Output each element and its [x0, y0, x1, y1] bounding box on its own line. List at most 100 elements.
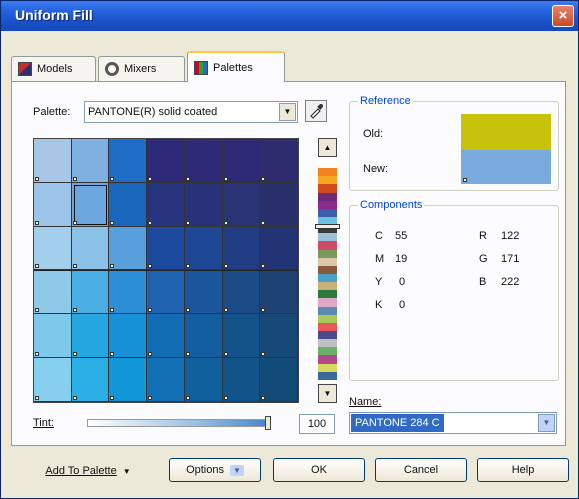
color-swatch[interactable] — [147, 358, 185, 402]
color-name-value[interactable]: PANTONE 284 C — [351, 414, 444, 432]
swatch-marker — [223, 220, 228, 225]
color-swatch[interactable] — [71, 226, 110, 271]
chevron-down-icon[interactable]: ▼ — [538, 414, 555, 432]
options-button[interactable]: Options ▼ — [169, 458, 261, 482]
color-swatch[interactable] — [260, 139, 298, 183]
color-swatch[interactable] — [109, 139, 148, 183]
swatch-marker — [223, 308, 228, 313]
scroll-down-button[interactable]: ▼ — [318, 384, 337, 403]
palette-scrollbar[interactable]: ▲ ▼ — [315, 138, 343, 403]
color-swatch[interactable] — [147, 270, 185, 315]
color-swatch[interactable] — [109, 226, 148, 271]
name-label-text: Name: — [349, 396, 382, 408]
color-swatch[interactable] — [222, 314, 261, 359]
color-swatch[interactable] — [34, 358, 72, 402]
eyedropper-icon — [310, 104, 323, 119]
old-color-swatch — [461, 114, 551, 150]
swatch-marker — [185, 308, 190, 313]
tint-label: Tint: — [33, 417, 54, 429]
color-swatch[interactable] — [184, 358, 223, 402]
color-swatch[interactable] — [184, 226, 223, 271]
eyedropper-button[interactable] — [305, 100, 327, 122]
tab-mixers[interactable]: Mixers — [98, 56, 185, 81]
color-swatch[interactable] — [184, 182, 223, 227]
color-swatch[interactable] — [71, 358, 110, 402]
color-swatch[interactable] — [260, 226, 298, 271]
swatch-marker — [35, 176, 39, 181]
chevron-down-icon[interactable]: ▼ — [279, 103, 296, 121]
swatch-marker — [261, 220, 266, 225]
color-swatch[interactable] — [71, 314, 110, 359]
color-swatch[interactable] — [34, 182, 72, 227]
swatch-marker — [223, 176, 228, 181]
reference-title: Reference — [358, 95, 413, 107]
add-to-palette-button[interactable]: Add To Palette ▼ — [23, 459, 153, 483]
palette-select[interactable]: PANTONE(R) solid coated ▼ — [84, 101, 298, 123]
color-name-select[interactable]: PANTONE 284 C ▼ — [349, 412, 557, 434]
color-swatch[interactable] — [34, 139, 72, 183]
color-swatch[interactable] — [34, 226, 72, 271]
color-swatch[interactable] — [109, 314, 148, 359]
color-swatch[interactable] — [147, 226, 185, 271]
tint-value-field[interactable]: 100 — [299, 414, 335, 434]
cancel-button[interactable]: Cancel — [375, 458, 467, 482]
help-button[interactable]: Help — [477, 458, 569, 482]
color-swatch[interactable] — [34, 314, 72, 359]
k-value: 0 — [399, 299, 406, 311]
color-swatch[interactable] — [222, 358, 261, 402]
swatch-marker — [35, 264, 39, 269]
color-swatch[interactable] — [184, 139, 223, 183]
strip-color — [318, 282, 337, 291]
color-swatch[interactable] — [260, 358, 298, 402]
color-swatch[interactable] — [222, 139, 261, 183]
color-swatch[interactable] — [71, 182, 110, 227]
title-bar[interactable]: Uniform Fill × — [1, 1, 578, 31]
swatch-marker — [185, 220, 190, 225]
color-swatch[interactable] — [147, 314, 185, 359]
ok-button[interactable]: OK — [273, 458, 365, 482]
strip-color — [318, 347, 337, 356]
dialog-title: Uniform Fill — [15, 7, 93, 23]
color-swatch[interactable] — [222, 226, 261, 271]
tab-label: Models — [37, 63, 73, 75]
swatch-marker — [223, 352, 228, 357]
tint-slider-handle[interactable] — [265, 416, 271, 430]
color-swatch[interactable] — [260, 182, 298, 227]
scroll-thumb[interactable] — [315, 224, 340, 229]
color-swatch[interactable] — [34, 270, 72, 315]
color-swatch[interactable] — [71, 270, 110, 315]
chevron-down-icon: ▼ — [230, 464, 244, 476]
swatch-marker — [148, 220, 153, 225]
c-value: 55 — [395, 230, 408, 242]
color-swatch[interactable] — [184, 314, 223, 359]
y-value: 0 — [399, 276, 406, 288]
strip-color — [318, 363, 337, 372]
color-swatch[interactable] — [147, 182, 185, 227]
b-key: B — [479, 276, 487, 288]
c-key: C — [375, 230, 383, 242]
color-swatch[interactable] — [71, 139, 110, 183]
tab-label: Palettes — [213, 61, 253, 74]
scroll-up-button[interactable]: ▲ — [318, 138, 337, 157]
color-swatch[interactable] — [109, 358, 148, 402]
palette-overview-strip[interactable] — [318, 160, 337, 380]
models-icon — [18, 62, 32, 76]
strip-color — [318, 355, 337, 364]
swatch-marker — [72, 352, 77, 357]
tint-slider[interactable] — [87, 419, 267, 427]
color-swatch[interactable] — [222, 270, 261, 315]
color-swatch[interactable] — [109, 182, 148, 227]
tab-models[interactable]: Models — [11, 56, 96, 81]
color-swatch[interactable] — [222, 182, 261, 227]
color-swatch[interactable] — [260, 314, 298, 359]
swatch-marker — [35, 308, 39, 313]
strip-color — [318, 265, 337, 274]
color-swatch[interactable] — [260, 270, 298, 315]
swatch-marker — [72, 176, 77, 181]
color-swatch[interactable] — [184, 270, 223, 315]
tab-palettes[interactable]: Palettes — [187, 51, 285, 82]
color-swatch[interactable] — [109, 270, 148, 315]
close-button[interactable]: × — [552, 5, 574, 27]
g-key: G — [479, 253, 488, 265]
color-swatch[interactable] — [147, 139, 185, 183]
